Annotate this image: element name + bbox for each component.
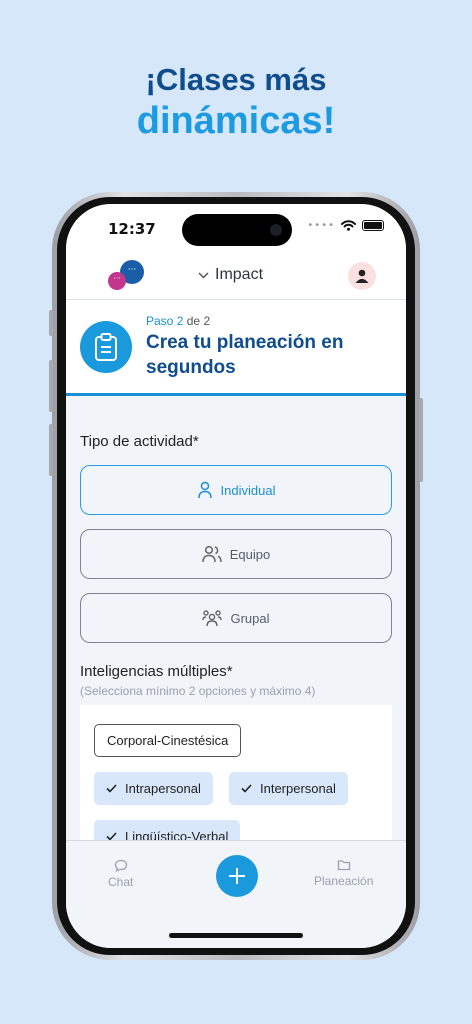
activity-option-equipo[interactable]: Equipo xyxy=(80,529,392,579)
chat-bubble-pink: ··· xyxy=(108,272,126,290)
tab-planeacion[interactable]: Planeación xyxy=(314,859,373,888)
phone-frame: 12:37 •••• ··· ··· Impact Paso 2 de 2 Cr… xyxy=(49,192,423,960)
wifi-icon xyxy=(341,220,356,231)
activity-option-label: Grupal xyxy=(230,610,270,626)
chat-bubble-icon xyxy=(114,859,127,872)
app-logo[interactable]: ··· ··· xyxy=(108,260,146,290)
group-icon xyxy=(202,610,223,627)
volume-down-button xyxy=(49,424,53,476)
chevron-down-icon xyxy=(198,271,209,279)
activity-option-label: Individual xyxy=(220,482,276,498)
status-time: 12:37 xyxy=(108,220,156,238)
person-icon xyxy=(197,481,212,499)
intelligences-label: Inteligencias múltiples* xyxy=(80,663,233,680)
chip-label: Interpersonal xyxy=(260,781,336,796)
step-header: Paso 2 de 2 Crea tu planeación en segund… xyxy=(66,300,406,396)
promo-headline: ¡Clases más dinámicas! xyxy=(0,62,472,143)
chip-intrapersonal[interactable]: Intrapersonal xyxy=(94,772,213,805)
step-title: Crea tu planeación en segundos xyxy=(146,332,344,378)
people-icon xyxy=(202,545,222,563)
battery-icon xyxy=(362,220,384,231)
chip-corporal-cinestesica[interactable]: Corporal-Cinestésica xyxy=(94,724,242,757)
status-bar: 12:37 •••• xyxy=(66,204,406,254)
signal-icon: •••• xyxy=(307,220,335,231)
mute-switch xyxy=(49,310,53,336)
step-prefix: Paso xyxy=(146,314,174,328)
home-indicator[interactable] xyxy=(169,933,303,938)
profile-avatar[interactable] xyxy=(348,262,376,290)
tab-planeacion-label: Planeación xyxy=(314,874,374,888)
check-icon xyxy=(241,784,252,793)
intelligences-hint: (Selecciona mínimo 2 opciones y máximo 4… xyxy=(80,684,316,698)
headline-line-2: dinámicas! xyxy=(136,100,336,142)
camera-icon xyxy=(270,224,282,236)
activity-option-label: Equipo xyxy=(229,546,271,562)
activity-option-grupal[interactable]: Grupal xyxy=(80,593,392,643)
chip-interpersonal[interactable]: Interpersonal xyxy=(229,772,348,805)
step-total: 2 xyxy=(203,314,211,328)
step-indicator: Paso 2 de 2 xyxy=(146,314,210,328)
chip-label: Corporal-Cinestésica xyxy=(107,733,229,748)
activity-type-label: Tipo de actividad* xyxy=(80,433,199,450)
step-current: 2 xyxy=(176,314,184,328)
phone-screen: 12:37 •••• ··· ··· Impact Paso 2 de 2 Cr… xyxy=(66,204,406,948)
volume-up-button xyxy=(49,360,53,412)
app-header: ··· ··· Impact xyxy=(66,254,406,300)
clipboard-icon xyxy=(80,321,132,373)
check-icon xyxy=(106,784,117,793)
user-icon xyxy=(355,269,369,283)
tab-chat[interactable]: Chat xyxy=(108,859,133,889)
step-separator: de xyxy=(186,314,201,328)
workspace-selector[interactable]: Impact xyxy=(198,266,263,284)
tab-chat-label: Chat xyxy=(108,875,134,889)
chip-label: Intrapersonal xyxy=(125,781,201,796)
activity-option-individual[interactable]: Individual xyxy=(80,465,392,515)
status-icons: •••• xyxy=(307,220,384,231)
plus-icon xyxy=(229,868,245,884)
headline-line-1: ¡Clases más xyxy=(145,62,327,97)
folder-icon xyxy=(337,860,350,871)
bottom-tab-bar: Chat Planeación xyxy=(66,840,406,948)
add-button[interactable] xyxy=(216,855,258,897)
power-button xyxy=(419,398,423,482)
workspace-name: Impact xyxy=(215,266,264,283)
dynamic-island xyxy=(182,214,292,246)
